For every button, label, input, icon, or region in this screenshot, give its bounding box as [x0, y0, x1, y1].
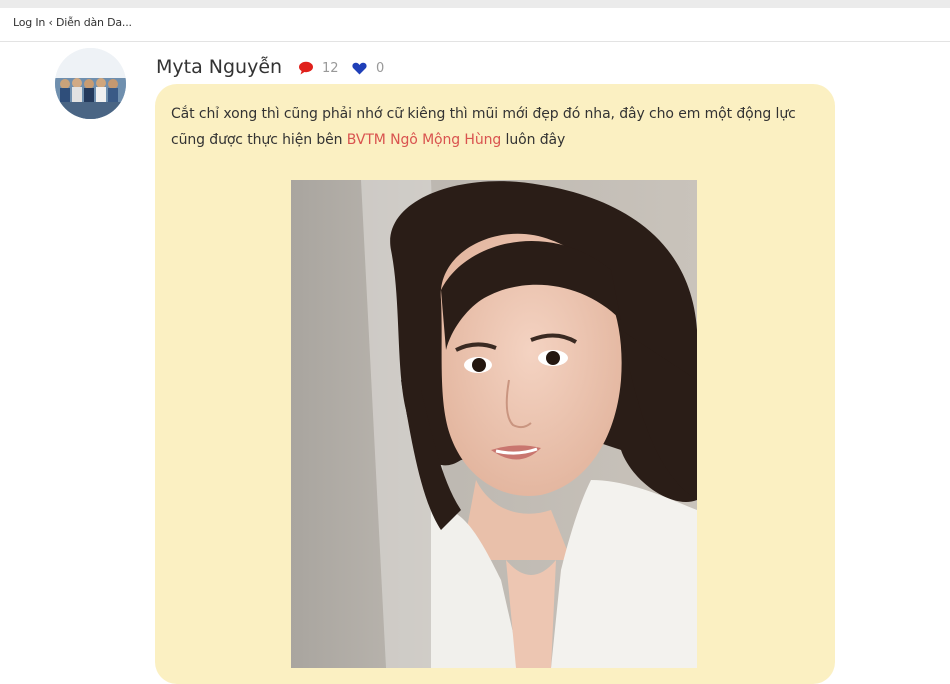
author-avatar[interactable] [55, 48, 126, 119]
post-text-after-link: luôn đây [501, 132, 566, 148]
post-text: Cắt chỉ xong thì cũng phải nhớ cữ kiêng … [171, 101, 831, 153]
like-count: 0 [376, 61, 385, 76]
comment-count: 12 [322, 61, 339, 76]
post-link[interactable]: BVTM Ngô Mộng Hùng [347, 132, 502, 148]
post-photo[interactable] [291, 180, 697, 668]
author-name[interactable]: Myta Nguyễn [156, 56, 282, 78]
browser-tab-title[interactable]: Log In ‹ Diễn dàn Da... [13, 16, 132, 29]
heart-icon[interactable] [352, 62, 367, 80]
speech-bubble-icon[interactable] [298, 61, 314, 80]
header-divider [0, 41, 950, 42]
browser-top-strip [0, 0, 950, 8]
